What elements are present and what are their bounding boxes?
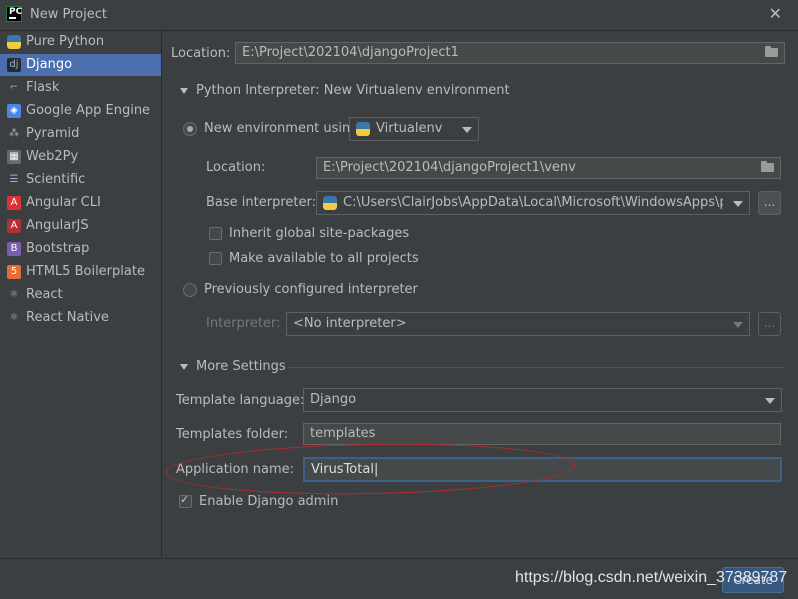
sidebar-item-label: React Native [26,310,109,325]
html5-icon: 5 [7,265,21,279]
folder-icon[interactable] [765,46,778,57]
chevron-down-icon [765,398,775,404]
sidebar-item-label: Web2Py [26,149,79,164]
enable-django-admin-label[interactable]: Enable Django admin [199,494,338,509]
angular-cli-icon: A [7,196,21,210]
sidebar-item-angularjs[interactable]: A AngularJS [0,215,161,237]
sidebar-item-label: Pure Python [26,34,105,49]
interpreter-value: <No interpreter> [293,316,407,331]
inherit-packages-label[interactable]: Inherit global site-packages [229,226,409,241]
new-environment-label[interactable]: New environment using [204,121,359,136]
sidebar-item-flask[interactable]: ⌐ Flask [0,77,161,99]
angularjs-icon: A [7,219,21,233]
sidebar-item-react-native[interactable]: ⚛ React Native [0,307,161,329]
python-icon [323,196,337,210]
bootstrap-icon: B [7,242,21,256]
sidebar-item-pure-python[interactable]: Pure Python [0,31,161,53]
sidebar-item-google-app-engine[interactable]: ◈ Google App Engine [0,100,161,122]
sidebar-item-label: Django [26,57,73,72]
sidebar-item-bootstrap[interactable]: B Bootstrap [0,238,161,260]
interpreter-label: Interpreter: [206,316,281,331]
sidebar-item-label: Angular CLI [26,195,101,210]
previously-configured-label[interactable]: Previously configured interpreter [204,282,418,297]
location-label: Location: [171,46,231,61]
make-available-checkbox[interactable] [209,252,222,265]
window-title: New Project [30,7,107,22]
more-settings-title[interactable]: More Settings [196,359,286,374]
web2py-icon: ▦ [7,150,21,164]
template-language-label: Template language: [176,393,305,408]
interpreter-dropdown[interactable]: <No interpreter> [286,312,750,336]
python-icon [7,35,21,49]
app-icon-text: PC [9,7,23,17]
sidebar-item-scientific[interactable]: ☰ Scientific [0,169,161,191]
sidebar-item-angular-cli[interactable]: A Angular CLI [0,192,161,214]
sidebar-item-django[interactable]: dj Django [0,54,161,76]
templates-folder-field[interactable]: templates [303,423,781,445]
enable-django-admin-checkbox[interactable] [179,493,192,508]
browse-interpreter-button[interactable]: ... [758,312,781,336]
template-language-value: Django [310,392,357,407]
sidebar-item-web2py[interactable]: ▦ Web2Py [0,146,161,168]
scientific-icon: ☰ [7,173,21,187]
sidebar-item-label: Flask [26,80,60,95]
chevron-down-icon [462,127,472,133]
project-type-sidebar: Pure Python dj Django ⌐ Flask ◈ Google App Eng… [0,31,162,558]
pycharm-logo-icon: PC [6,6,22,22]
chevron-down-icon [733,201,743,207]
environment-tool-value: Virtualenv [376,121,443,136]
venv-location-field[interactable]: E:\Project\202104\djangoProject1\venv [316,157,781,179]
base-interpreter-label: Base interpreter: [206,195,316,210]
expand-triangle-icon[interactable] [180,364,188,370]
base-interpreter-dropdown[interactable]: C:\Users\ClairJobs\AppData\Local\Microso… [316,191,750,215]
sidebar-item-label: HTML5 Boilerplate [26,264,145,279]
browse-base-interpreter-button[interactable]: ... [758,191,781,215]
templates-folder-label: Templates folder: [176,427,289,442]
location-value: E:\Project\202104\djangoProject1 [242,45,459,60]
inherit-packages-checkbox[interactable] [209,227,222,240]
venv-location-value: E:\Project\202104\djangoProject1\venv [323,160,576,175]
django-icon: dj [7,58,21,72]
close-icon[interactable]: ✕ [769,4,782,23]
venv-location-label: Location: [206,160,266,175]
sidebar-item-label: Scientific [26,172,86,187]
base-interpreter-value: C:\Users\ClairJobs\AppData\Local\Microso… [343,195,723,210]
sidebar-item-html5-boilerplate[interactable]: 5 HTML5 Boilerplate [0,261,161,283]
interpreter-section-title[interactable]: Python Interpreter: New Virtualenv envir… [196,83,510,98]
new-environment-radio[interactable] [183,122,197,136]
python-icon [356,122,370,136]
watermark-text: https://blog.csdn.net/weixin_37389787 [515,569,788,586]
sidebar-item-label: AngularJS [26,218,89,233]
chevron-down-icon [733,322,743,328]
sidebar-item-label: React [26,287,63,302]
make-available-label[interactable]: Make available to all projects [229,251,419,266]
sidebar-item-label: Bootstrap [26,241,90,256]
title-bar: PC New Project ✕ [0,0,798,31]
pyramid-icon: ⁂ [7,127,21,141]
environment-tool-dropdown[interactable]: Virtualenv [349,117,479,141]
sidebar-item-label: Google App Engine [26,103,151,118]
folder-icon[interactable] [761,161,774,172]
sidebar-item-label: Pyramid [26,126,80,141]
previously-configured-radio[interactable] [183,283,197,297]
divider [288,367,784,368]
sidebar-item-react[interactable]: ⚛ React [0,284,161,306]
templates-folder-value: templates [310,426,376,441]
flask-icon: ⌐ [7,81,21,95]
location-field[interactable]: E:\Project\202104\djangoProject1 [235,42,785,64]
react-icon: ⚛ [7,288,21,302]
template-language-dropdown[interactable]: Django [303,388,782,412]
react-native-icon: ⚛ [7,311,21,325]
google-app-engine-icon: ◈ [7,104,21,118]
expand-triangle-icon[interactable] [180,88,188,94]
sidebar-item-pyramid[interactable]: ⁂ Pyramid [0,123,161,145]
